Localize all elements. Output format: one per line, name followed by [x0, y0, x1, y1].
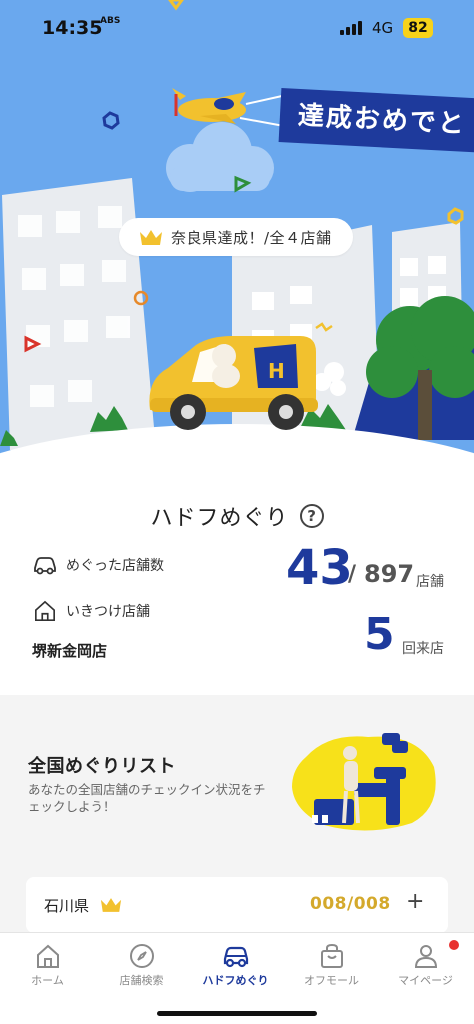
battery-icon: 82: [403, 18, 433, 38]
japan-map-illustration: [292, 733, 436, 831]
confetti-hexagon: [102, 111, 120, 130]
car-outline-icon: [34, 557, 56, 575]
hero-section: H 14:35 ABS 4G 82 達成おめでと 奈良県達成！/全４店舗: [0, 0, 474, 470]
visited-count: 43: [286, 540, 353, 596]
confetti-hexagon: [447, 207, 464, 225]
count-separator: /: [348, 562, 357, 587]
frequent-label: いきつけ店舗: [66, 604, 150, 620]
tab-store-search-label: 店舗検索: [119, 974, 164, 987]
help-icon[interactable]: ?: [299, 504, 324, 528]
prefecture-row[interactable]: 石川県 008/008 +: [26, 877, 448, 933]
list-title: 全国めぐりリスト: [28, 756, 176, 777]
status-bar: 14:35 ABS 4G 82: [0, 0, 474, 56]
notification-dot: [449, 940, 459, 950]
achievement-badge: 奈良県達成！/全４店舗: [119, 218, 353, 256]
tab-my-page[interactable]: マイページ: [378, 939, 473, 999]
tab-off-mall[interactable]: オフモール: [284, 939, 379, 999]
network-type: 4G: [372, 19, 394, 37]
status-time-sub: ABS: [100, 16, 121, 26]
congrats-banner: 達成おめでと: [278, 88, 474, 153]
stats-section: ハドフめぐり ? めぐった店舗数 43 / 897 店舗 いきつけ店舗 堺新金岡…: [0, 470, 474, 695]
frequent-row: いきつけ店舗: [32, 600, 150, 622]
total-count: 897: [364, 560, 415, 588]
frequent-store-name: 堺新金岡店: [32, 642, 108, 660]
visit-count: 5: [364, 609, 395, 660]
expand-plus-icon[interactable]: +: [406, 889, 424, 914]
visit-unit: 回来店: [402, 641, 444, 657]
person-icon: [414, 945, 437, 968]
stats-title: ハドフめぐり: [150, 506, 289, 531]
car-icon: [223, 946, 248, 968]
tab-home-label: ホーム: [31, 974, 64, 987]
compass-icon: [129, 944, 154, 968]
prefecture-progress: 008/008: [310, 894, 391, 914]
tab-my-page-label: マイページ: [398, 974, 453, 987]
home-indicator: [157, 1011, 317, 1016]
house-outline-icon: [35, 600, 55, 621]
visited-label: めぐった店舗数: [66, 558, 164, 574]
tab-store-search[interactable]: 店舗検索: [94, 939, 189, 999]
list-description: あなたの全国店舗のチェックイン状況をチェックしよう！: [28, 782, 266, 814]
tab-hadofu-meguri-label: ハドフめぐり: [202, 974, 269, 987]
cloud-illustration: [166, 122, 274, 192]
shopping-bag-icon: [320, 943, 343, 968]
store-unit: 店舗: [416, 574, 444, 590]
crown-icon: [140, 230, 162, 245]
tab-home[interactable]: ホーム: [0, 939, 95, 999]
home-icon: [36, 944, 59, 968]
page: H 14:35 ABS 4G 82 達成おめでと 奈良県達成！/全４店舗 ハドフ…: [0, 0, 474, 1024]
van-letter: H: [268, 359, 285, 383]
nationwide-list-section[interactable]: 全国めぐりリスト あなたの全国店舗のチェックイン状況をチェックしよう！ 石川県 …: [0, 695, 474, 935]
airplane-illustration: [172, 88, 285, 127]
tab-hadofu-meguri[interactable]: ハドフめぐり: [188, 939, 283, 999]
status-time: 14:35: [42, 17, 103, 39]
visited-row: めぐった店舗数: [32, 554, 164, 576]
prefecture-name: 石川県: [44, 897, 90, 915]
stats-title-row: ハドフめぐり ?: [0, 500, 474, 532]
signal-icon: [340, 20, 366, 35]
tab-off-mall-label: オフモール: [304, 974, 359, 987]
achievement-text: 奈良県達成！/全４店舗: [171, 228, 332, 247]
crown-icon: [100, 898, 122, 912]
